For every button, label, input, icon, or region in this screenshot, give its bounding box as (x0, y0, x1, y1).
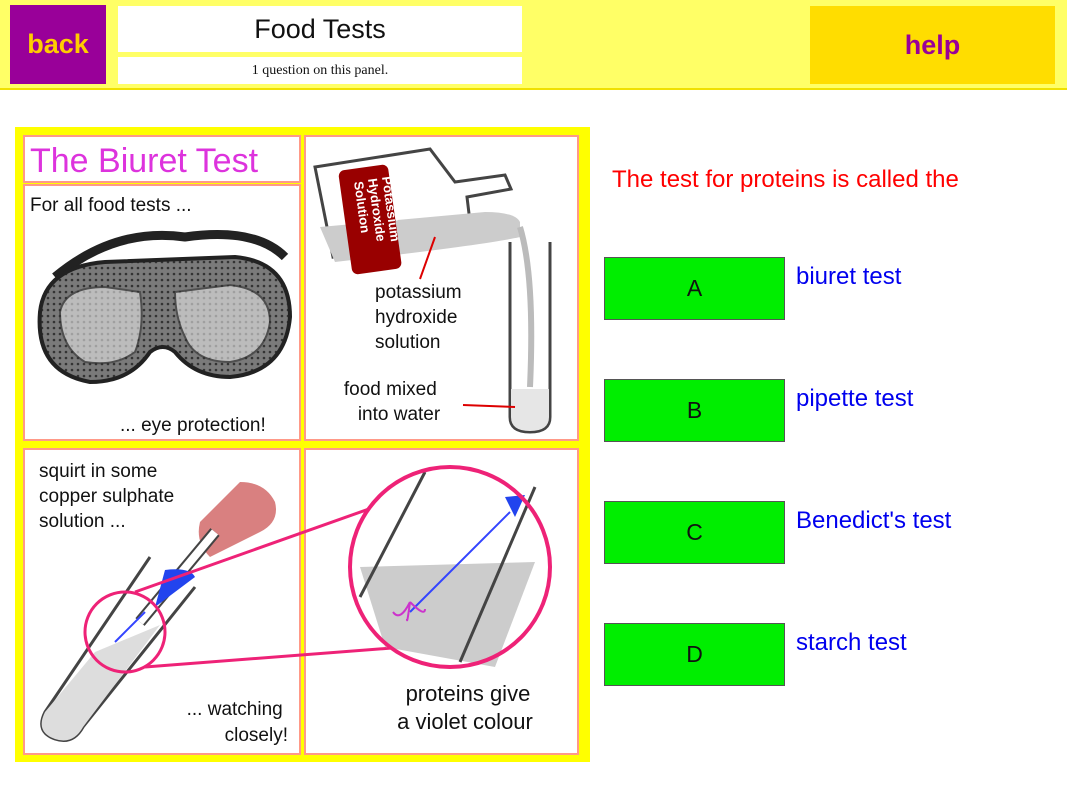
answer-c-text[interactable]: Benedict's test (796, 507, 951, 535)
panel3-caption-bottom-2: closely! (225, 725, 288, 746)
panel2-label-food-1: food mixed (344, 379, 437, 400)
panel1-caption-top: For all food tests ... (30, 195, 192, 216)
illustration-title: The Biuret Test (30, 142, 259, 180)
panel4-caption-1: proteins give (406, 681, 531, 706)
back-button[interactable]: back (10, 5, 106, 84)
panel3-caption-1: squirt in some (39, 461, 157, 482)
answer-b-button[interactable]: B (604, 379, 785, 442)
page-title: Food Tests (118, 6, 522, 52)
answer-c-button[interactable]: C (604, 501, 785, 564)
help-button[interactable]: help (810, 6, 1055, 84)
question-text: The test for proteins is called the (612, 166, 959, 193)
question-count-label: 1 question on this panel. (118, 57, 522, 84)
panel3-caption-bottom-1: ... watching (187, 699, 283, 720)
panel2-label-koh-3: solution (375, 332, 441, 353)
top-bar: back Food Tests 1 question on this panel… (0, 0, 1067, 90)
panel2-label-koh-2: hydroxide (375, 307, 457, 328)
answer-a-button[interactable]: A (604, 257, 785, 320)
panel3-caption-3: solution ... (39, 511, 126, 532)
magnified-view-icon (348, 465, 552, 669)
answer-a-text[interactable]: biuret test (796, 263, 901, 291)
answer-d-button[interactable]: D (604, 623, 785, 686)
panel4-caption-2: a violet colour (397, 709, 533, 734)
panel1-caption-bottom: ... eye protection! (120, 415, 266, 436)
answer-b-text[interactable]: pipette test (796, 385, 913, 413)
panel3-caption-2: copper sulphate (39, 486, 174, 507)
answer-d-text[interactable]: starch test (796, 629, 907, 657)
panel2-label-koh-1: potassium (375, 282, 462, 303)
biuret-test-illustration: The Biuret Test For all food tests ... .… (15, 127, 590, 762)
panel2-label-food-2: into water (358, 404, 441, 425)
